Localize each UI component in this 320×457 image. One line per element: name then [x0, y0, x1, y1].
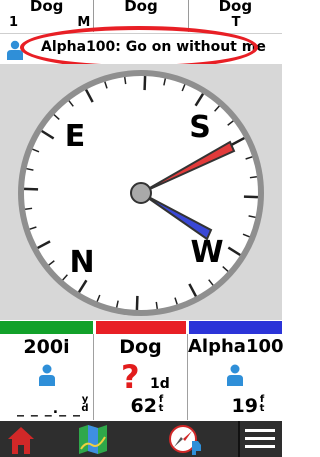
strip-green	[0, 321, 93, 334]
panel-unit: ft	[158, 394, 164, 414]
tab-name: Dog	[124, 0, 158, 15]
map-icon[interactable]	[76, 421, 110, 457]
panel-distance: _ _ _._ _	[17, 401, 81, 417]
compass-tick	[123, 77, 127, 85]
color-strips	[0, 321, 282, 334]
compass-label-east: E	[65, 119, 86, 154]
panel-name: Dog	[119, 336, 162, 358]
bottom-toolbar	[0, 421, 282, 457]
tab-letter: 1	[9, 15, 19, 30]
panel-name: 200i	[23, 336, 70, 358]
home-icon[interactable]	[4, 421, 38, 457]
tab-name: Dog	[29, 0, 64, 15]
strip-blue	[189, 321, 282, 334]
person-icon	[227, 364, 243, 386]
compass-dial: E S N W	[18, 70, 264, 316]
message-highlight-ellipse	[20, 26, 258, 69]
compass-tick	[249, 175, 257, 179]
menu-icon[interactable]	[238, 421, 282, 457]
panel-name: Alpha100	[188, 336, 284, 357]
tab-name: Dog	[218, 0, 253, 15]
compass-dog-icon[interactable]	[168, 421, 204, 457]
panel-unit: yd	[81, 394, 89, 414]
panel-age: 1d	[150, 376, 170, 392]
compass-area: E S N W	[0, 64, 282, 320]
panel-dog[interactable]: Dog ? 1d 62 ft	[94, 334, 188, 420]
panel-unit: ft	[259, 394, 265, 414]
tab-letter: T	[231, 15, 241, 30]
compass-label-west: W	[190, 235, 223, 270]
compass-tick	[25, 207, 33, 211]
panel-distance: 19	[231, 395, 258, 417]
tab-dog-3[interactable]: Dog T	[189, 0, 282, 32]
panel-alpha100[interactable]: Alpha100 19 ft	[188, 334, 284, 420]
panel-200i[interactable]: 200i _ _ _._ _ yd	[0, 334, 94, 420]
compass-label-south: S	[189, 110, 211, 145]
compass-center	[130, 182, 152, 204]
person-icon	[39, 364, 55, 386]
unknown-status: ?	[121, 358, 140, 396]
panel-distance: 62	[130, 395, 157, 417]
compass-label-north: N	[69, 245, 94, 280]
compass-tick	[155, 301, 159, 309]
strip-red	[96, 321, 186, 334]
tracked-panels: 200i _ _ _._ _ yd Dog ? 1d 62 ft Alpha10…	[0, 334, 284, 420]
